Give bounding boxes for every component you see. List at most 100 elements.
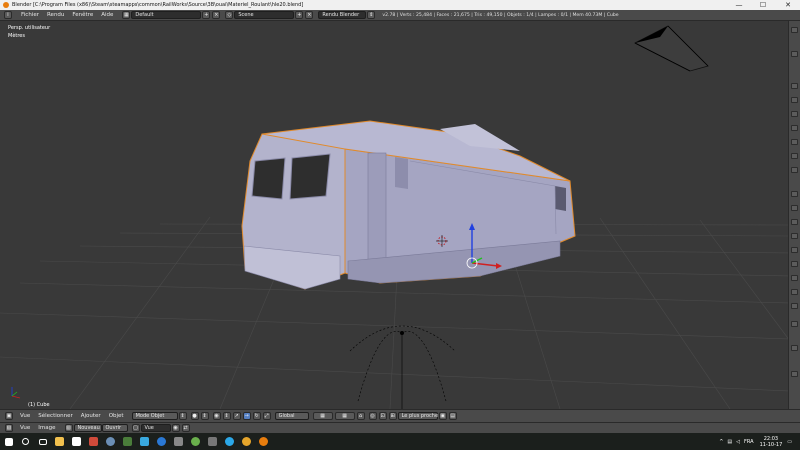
opengl-render-icon[interactable]: ▤ (448, 412, 457, 420)
sidebar-tab[interactable] (791, 233, 798, 239)
menu-view[interactable]: Vue (20, 425, 30, 431)
add-layout-button[interactable]: + (202, 11, 211, 19)
menu-object[interactable]: Objet (109, 413, 124, 419)
lock-icon[interactable]: ⌂ (356, 412, 365, 420)
mode-dropdown-icon[interactable]: ⇕ (178, 412, 187, 420)
orientation-select[interactable]: Global (274, 412, 309, 420)
viewport-canvas[interactable] (0, 21, 788, 409)
sidebar-tab[interactable] (791, 83, 798, 89)
minimize-icon[interactable]: — (727, 0, 751, 10)
snap-element-icon[interactable]: ⊞ (388, 412, 397, 420)
layers-grid[interactable]: ▦ (334, 412, 355, 420)
translate-icon[interactable]: → (242, 412, 251, 420)
new-image-button[interactable]: Nouveau (73, 424, 102, 432)
render-engine-select[interactable]: Rendu Blender (318, 11, 367, 19)
menu-add[interactable]: Ajouter (81, 413, 101, 419)
chat-icon[interactable] (136, 433, 153, 450)
menu-window[interactable]: Fenêtre (72, 12, 93, 18)
sidebar-tab[interactable] (791, 125, 798, 131)
pivot-icon[interactable]: ◉ (171, 424, 180, 432)
menu-image[interactable]: Image (38, 425, 55, 431)
sidebar-tab[interactable] (791, 345, 798, 351)
chrome-icon[interactable] (238, 433, 255, 450)
windows-start-icon[interactable] (0, 433, 17, 450)
sidebar-tab[interactable] (791, 51, 798, 57)
language-indicator[interactable]: FRA (744, 439, 754, 445)
sidebar-tab[interactable] (791, 261, 798, 267)
3d-viewport[interactable]: Persp. utilisateur Mètres (1) Cube (0, 21, 788, 409)
store-icon[interactable] (68, 433, 85, 450)
layout-icon[interactable]: ▦ (122, 11, 131, 19)
sidebar-tab[interactable] (791, 371, 798, 377)
clock[interactable]: 22:03 11-10-17 (760, 436, 783, 448)
snap-icon[interactable]: ⊡ (378, 412, 387, 420)
sidebar-tab[interactable] (791, 289, 798, 295)
scene-icon[interactable]: ◇ (225, 11, 234, 19)
blender-taskbar-icon[interactable] (255, 433, 272, 450)
remove-scene-button[interactable]: × (305, 11, 314, 19)
sidebar-tab[interactable] (791, 111, 798, 117)
menu-file[interactable]: Fichier (21, 12, 39, 18)
editor-type-icon[interactable]: ▧ (5, 424, 13, 432)
view-mode-select[interactable]: Vue (140, 424, 171, 432)
rotate-icon[interactable]: ↻ (252, 412, 261, 420)
scale-icon[interactable]: ⤢ (262, 412, 271, 420)
scene-select[interactable]: Scene (234, 11, 295, 19)
chevron-up-icon[interactable]: ^ (719, 439, 723, 445)
sidebar-tab[interactable] (791, 219, 798, 225)
sidebar-tab[interactable] (791, 153, 798, 159)
sidebar-tab[interactable] (791, 191, 798, 197)
add-scene-button[interactable]: + (295, 11, 304, 19)
pivot-dropdown-icon[interactable]: ⇕ (222, 412, 231, 420)
menu-render[interactable]: Rendu (47, 12, 64, 18)
sidebar-tab[interactable] (791, 167, 798, 173)
file-explorer-icon[interactable] (51, 433, 68, 450)
proportional-edit-icon[interactable]: ◎ (368, 412, 377, 420)
open-image-button[interactable]: Ouvrir (101, 424, 128, 432)
menu-help[interactable]: Aide (101, 12, 113, 18)
layout-select[interactable]: Default (131, 11, 202, 19)
sidebar-tab[interactable] (791, 27, 798, 33)
uv-sync-icon[interactable]: ⇄ (181, 424, 190, 432)
app-icon[interactable] (170, 433, 187, 450)
shading-dropdown-icon[interactable]: ⇕ (200, 412, 209, 420)
volume-icon[interactable]: ◁ (736, 439, 740, 445)
image-browse-icon[interactable]: ▧ (64, 424, 73, 432)
render-engine-dropdown-icon[interactable]: ⇕ (367, 11, 376, 19)
render-preview-icon[interactable]: ▣ (438, 412, 447, 420)
mode-select[interactable]: Mode Objet (131, 412, 178, 420)
app-icon[interactable] (204, 433, 221, 450)
camera-object[interactable] (634, 25, 709, 72)
menu-select[interactable]: Sélectionner (38, 413, 72, 419)
layers-grid[interactable]: ▦ (312, 412, 333, 420)
steam-icon[interactable] (102, 433, 119, 450)
photo-icon[interactable] (85, 433, 102, 450)
editor-type-icon[interactable]: ▣ (5, 412, 13, 420)
sidebar-tab[interactable] (791, 275, 798, 281)
shading-solid-icon[interactable]: ● (190, 412, 199, 420)
maximize-icon[interactable]: ☐ (751, 0, 775, 10)
sidebar-tab[interactable] (791, 247, 798, 253)
properties-sidebar[interactable] (788, 21, 800, 409)
sidebar-tab[interactable] (791, 205, 798, 211)
manipulator-toggle-icon[interactable]: ↗ (232, 412, 241, 420)
app-icon[interactable] (119, 433, 136, 450)
remove-layout-button[interactable]: × (212, 11, 221, 19)
skype-icon[interactable] (221, 433, 238, 450)
sidebar-tab[interactable] (791, 321, 798, 327)
sidebar-tab[interactable] (791, 97, 798, 103)
editor-type-icon[interactable]: i (4, 11, 12, 19)
search-icon[interactable] (17, 433, 34, 450)
snap-target-select[interactable]: Le plus proche (397, 412, 438, 420)
close-icon[interactable]: ✕ (776, 0, 800, 10)
utorrent-icon[interactable] (187, 433, 204, 450)
locomotive-model[interactable] (241, 120, 576, 290)
sidebar-tab[interactable] (791, 303, 798, 309)
notifications-icon[interactable]: ▭ (787, 439, 792, 445)
view-mode-icon[interactable]: ▢ (131, 424, 140, 432)
task-view-icon[interactable] (34, 433, 51, 450)
edge-icon[interactable] (153, 433, 170, 450)
menu-view[interactable]: Vue (20, 413, 30, 419)
network-icon[interactable]: ▤ (727, 439, 732, 445)
pivot-icon[interactable]: ◉ (212, 412, 221, 420)
